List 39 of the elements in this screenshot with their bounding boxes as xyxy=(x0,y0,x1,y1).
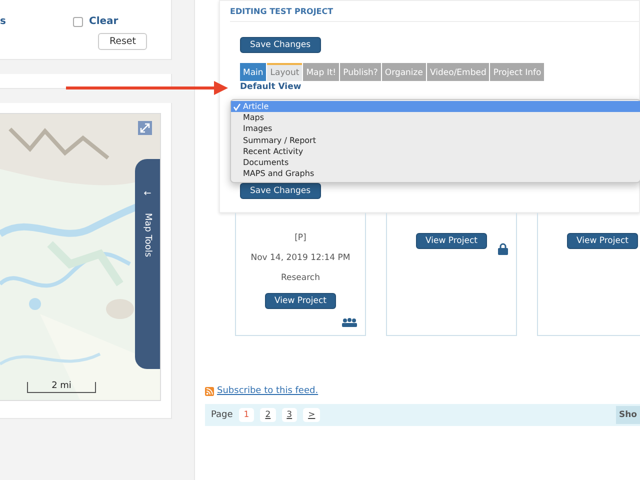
arrow-glyph: ← xyxy=(144,189,152,199)
tab[interactable]: Main xyxy=(240,63,266,81)
page-label: Page xyxy=(211,410,233,420)
page-link[interactable]: 3 xyxy=(282,408,298,422)
clear-checkbox[interactable] xyxy=(73,16,83,26)
card-text: Nov 14, 2019 12:14 PM xyxy=(250,253,350,263)
save-button[interactable]: Save Changes xyxy=(240,183,321,199)
group-icon xyxy=(342,318,357,327)
view-project-button[interactable]: View Project xyxy=(566,233,638,249)
dialog-title: EDITING TEST PROJECT xyxy=(230,1,639,22)
menu-option[interactable]: Summary / Report xyxy=(231,134,640,146)
subscribe-link[interactable]: Subscribe to this feed. xyxy=(217,386,318,396)
field-label: Default View xyxy=(240,82,302,92)
check-icon xyxy=(233,102,241,111)
card-text: Research xyxy=(281,273,320,283)
rss-icon xyxy=(205,386,214,396)
view-project-button[interactable]: View Project xyxy=(416,233,488,249)
show-button[interactable]: Sho xyxy=(616,406,640,424)
arrow-icon xyxy=(66,81,228,95)
lock-icon xyxy=(498,243,508,255)
page-link[interactable]: 2 xyxy=(260,408,276,422)
filter-link[interactable]: s xyxy=(0,16,6,27)
scale-bar: 2 mi xyxy=(27,382,96,393)
card-text: [P] xyxy=(294,233,306,243)
menu-option[interactable]: Images xyxy=(231,123,640,135)
map-tools-tab[interactable]: ← Map Tools xyxy=(135,159,160,369)
clear-link[interactable]: Clear xyxy=(89,16,118,27)
page-link[interactable]: > xyxy=(303,408,320,422)
menu-option[interactable]: Maps xyxy=(231,112,640,124)
save-button[interactable]: Save Changes xyxy=(240,37,321,53)
view-project-button[interactable]: View Project xyxy=(264,293,336,309)
expand-icon[interactable] xyxy=(138,121,152,135)
reset-button[interactable]: Reset xyxy=(98,33,147,50)
menu-option[interactable]: MAPS and Graphs xyxy=(231,168,640,180)
menu-option[interactable]: Recent Activity xyxy=(231,146,640,157)
map-tools-label: Map Tools xyxy=(142,213,152,258)
page-link[interactable]: 1 xyxy=(238,408,254,422)
tab[interactable]: Layout xyxy=(267,63,302,81)
menu-option[interactable]: Documents xyxy=(231,156,640,168)
